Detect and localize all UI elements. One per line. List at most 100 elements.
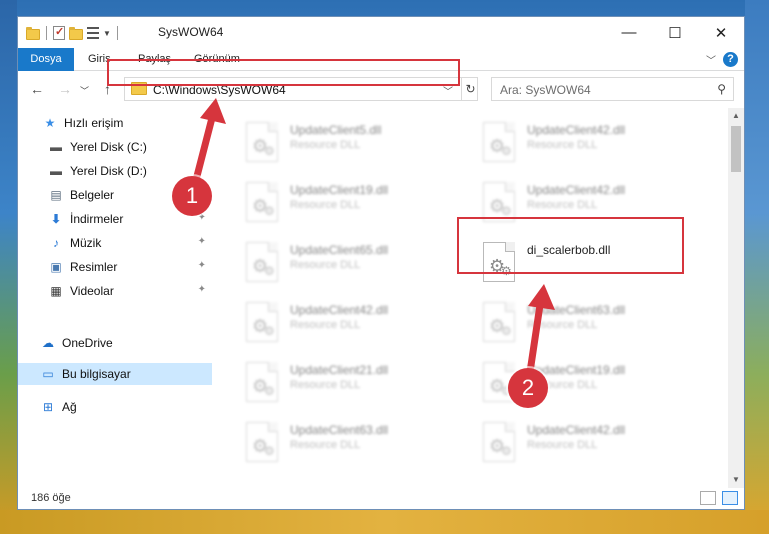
help-icon[interactable]: ? [723, 52, 738, 67]
list-item[interactable]: ⚙ ⚙ UpdateClient63.dll Resource DLL [240, 418, 460, 470]
file-name: UpdateClient42.dll [290, 303, 389, 317]
dll-file-icon: ⚙ ⚙ [246, 122, 278, 162]
forward-arrow-icon[interactable]: → [58, 81, 72, 97]
file-description: Resource DLL [290, 439, 361, 451]
close-button[interactable]: ✕ [698, 17, 744, 48]
dll-file-icon: ⚙ ⚙ [246, 362, 278, 402]
dll-file-icon: ⚙ ⚙ [246, 422, 278, 462]
dll-file-icon: ⚙ ⚙ [483, 122, 515, 162]
sidebar-item-label: Yerel Disk (C:) [70, 140, 147, 154]
list-item[interactable]: ⚙ ⚙ UpdateClient42.dll Resource DLL [477, 418, 697, 470]
minimize-button[interactable]: — [606, 17, 652, 48]
list-item[interactable]: ⚙ ⚙ UpdateClient19.dll Resource DLL [240, 178, 460, 230]
file-description: Resource DLL [527, 319, 598, 331]
desktop-background [0, 510, 769, 534]
step-marker-1: 1 [172, 176, 212, 216]
large-icons-view-icon[interactable] [722, 491, 738, 505]
chevron-down-icon[interactable]: ▼ [103, 29, 111, 38]
sidebar-item-videos[interactable]: ▦ Videolar ✦ [18, 280, 212, 302]
search-icon[interactable]: ⚲ [717, 82, 726, 96]
desktop-background [0, 0, 17, 534]
customize-toolbar-icon[interactable] [87, 27, 99, 39]
quick-access-toolbar: ▼ [26, 24, 120, 42]
sidebar-item-this-pc[interactable]: ▭ Bu bilgisayar [18, 363, 212, 385]
item-count: 186 öğe [31, 492, 71, 504]
scroll-up-icon[interactable]: ▲ [728, 108, 744, 124]
vertical-scrollbar[interactable]: ▲ ▼ [728, 108, 744, 488]
file-highlight [457, 217, 684, 274]
list-item[interactable]: ⚙ ⚙ UpdateClient5.dll Resource DLL [240, 118, 460, 170]
downloads-icon: ⬇ [50, 212, 62, 226]
sidebar-item-label: Resimler [70, 260, 118, 274]
list-item[interactable]: ⚙ ⚙ UpdateClient42.dll Resource DLL [240, 298, 460, 350]
dll-file-icon: ⚙ ⚙ [483, 422, 515, 462]
maximize-button[interactable]: ☐ [652, 17, 698, 48]
refresh-icon[interactable]: ↻ [461, 78, 479, 100]
window-title: SysWOW64 [158, 25, 224, 39]
address-bar-highlight [107, 59, 460, 86]
list-item[interactable]: ⚙ ⚙ UpdateClient42.dll Resource DLL [477, 118, 697, 170]
pin-icon[interactable]: ✦ [198, 236, 206, 247]
pin-icon[interactable]: ✦ [198, 284, 206, 295]
drive-icon: ▬ [50, 164, 62, 178]
sidebar-item-label: Bu bilgisayar [62, 367, 131, 381]
folder-icon[interactable] [26, 26, 40, 40]
list-item[interactable]: ⚙ ⚙ UpdateClient21.dll Resource DLL [240, 358, 460, 410]
sidebar-item-quick-access[interactable]: ★ Hızlı erişim [18, 112, 212, 134]
documents-icon: ▤ [50, 188, 62, 202]
divider [116, 26, 118, 40]
sidebar-item-pictures[interactable]: ▣ Resimler ✦ [18, 256, 212, 278]
network-icon: ⊞ [42, 400, 54, 414]
file-description: Resource DLL [527, 199, 598, 211]
desktop-background [745, 0, 769, 534]
file-name: UpdateClient21.dll [290, 363, 389, 377]
sidebar-item-label: Hızlı erişim [64, 116, 124, 130]
sidebar-item-label: Müzik [70, 236, 102, 250]
sidebar-item-label: Videolar [70, 284, 114, 298]
sidebar-item-local-disk-c[interactable]: ▬ Yerel Disk (C:) [18, 136, 212, 158]
sidebar-item-onedrive[interactable]: ☁ OneDrive [18, 332, 212, 354]
cloud-icon: ☁ [42, 336, 54, 350]
tab-file[interactable]: Dosya [18, 48, 74, 71]
music-icon: ♪ [53, 236, 59, 250]
scroll-down-icon[interactable]: ▼ [728, 472, 744, 488]
details-view-icon[interactable] [700, 491, 716, 505]
status-bar: 186 öğe [18, 488, 744, 509]
dll-file-icon: ⚙ ⚙ [246, 242, 278, 282]
file-list: ⚙ ⚙ UpdateClient5.dll Resource DLL ⚙ ⚙ Upd… [212, 108, 729, 488]
dll-file-icon: ⚙ ⚙ [483, 302, 515, 342]
file-name: UpdateClient5.dll [290, 123, 382, 137]
sidebar-item-label: İndirmeler [70, 212, 124, 226]
file-name: UpdateClient19.dll [290, 183, 389, 197]
list-item[interactable]: ⚙ ⚙ UpdateClient63.dll Resource DLL [477, 298, 697, 350]
dll-file-icon: ⚙ ⚙ [483, 182, 515, 222]
recent-locations-icon[interactable]: ﹀ [80, 84, 89, 97]
step-marker-2: 2 [508, 368, 548, 408]
sidebar-item-network[interactable]: ⊞ Ağ [18, 396, 212, 418]
sidebar-item-music[interactable]: ♪ Müzik ✦ [18, 232, 212, 254]
list-item[interactable]: ⚙ ⚙ UpdateClient65.dll Resource DLL [240, 238, 460, 290]
scrollbar-thumb[interactable] [731, 126, 741, 172]
file-description: Resource DLL [527, 439, 598, 451]
file-name: UpdateClient42.dll [527, 123, 626, 137]
sidebar-item-label: Yerel Disk (D:) [70, 164, 147, 178]
pictures-icon: ▣ [50, 260, 62, 274]
back-arrow-icon[interactable]: ← [30, 81, 44, 97]
file-name: UpdateClient42.dll [527, 183, 626, 197]
pin-icon[interactable]: ✦ [198, 260, 206, 271]
file-name: UpdateClient63.dll [527, 303, 626, 317]
search-input[interactable]: Ara: SysWOW64 ⚲ [491, 77, 734, 101]
computer-icon: ▭ [42, 367, 54, 381]
drive-icon: ▬ [50, 140, 62, 154]
properties-icon[interactable] [53, 25, 65, 40]
expand-ribbon-icon[interactable]: ﹀ [706, 52, 716, 67]
file-description: Resource DLL [290, 319, 361, 331]
sidebar-item-label: Ağ [62, 400, 77, 414]
file-name: UpdateClient65.dll [290, 243, 389, 257]
divider [46, 26, 47, 40]
file-name: UpdateClient63.dll [290, 423, 389, 437]
sidebar-item-label: Belgeler [70, 188, 115, 202]
new-folder-icon[interactable] [69, 26, 83, 40]
title-bar: ▼ SysWOW64 — ☐ ✕ [18, 17, 744, 48]
file-description: Resource DLL [290, 259, 361, 271]
